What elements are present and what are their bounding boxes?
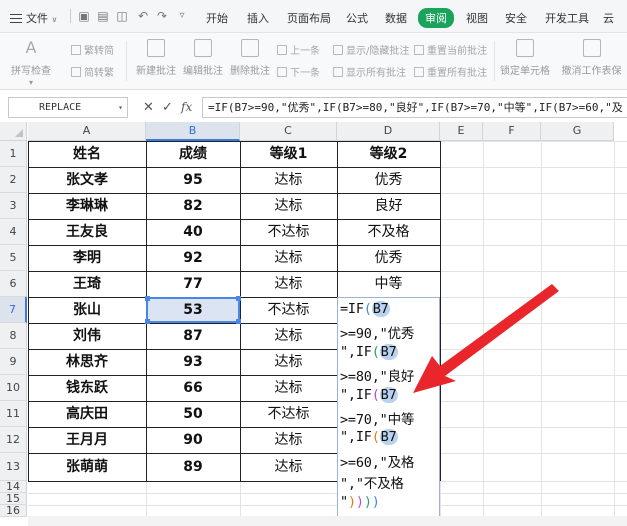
horizontal-scrollbar[interactable] bbox=[28, 516, 627, 526]
annotation-arrow bbox=[413, 284, 559, 393]
red-arrow-icon bbox=[413, 284, 559, 393]
